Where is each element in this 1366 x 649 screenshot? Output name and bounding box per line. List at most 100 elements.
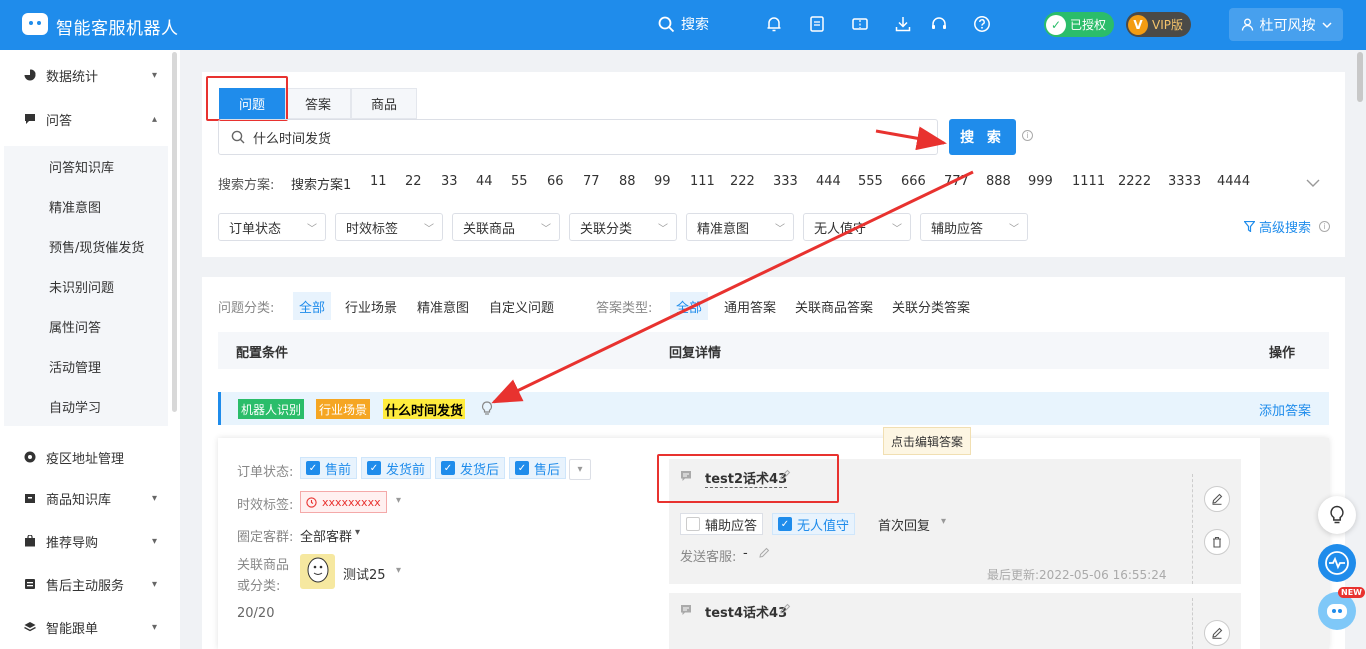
search-plan-item[interactable]: 33 (441, 174, 458, 189)
chevron-down-icon[interactable]: ▾ (396, 565, 401, 576)
order-status-presale[interactable]: ✓ 售前 (300, 457, 358, 479)
assist-reply-checkbox[interactable]: 辅助应答 (680, 513, 764, 535)
search-plan-item[interactable]: 99 (654, 174, 671, 189)
authorized-badge[interactable]: ✓ 已授权 (1044, 12, 1115, 37)
info-icon[interactable]: i (1022, 130, 1033, 141)
search-plan-item[interactable]: 888 (986, 174, 1011, 189)
chevron-down-icon[interactable]: ▾ (355, 527, 360, 538)
search-plan-item[interactable]: 222 (730, 174, 755, 189)
filter-assist-reply[interactable]: 辅助应答 ﹀ (920, 213, 1028, 241)
info-icon[interactable]: i (1319, 221, 1331, 232)
search-plan-item[interactable]: 4444 (1217, 174, 1250, 189)
question-text[interactable]: 什么时间发货 (383, 399, 466, 419)
edit-button[interactable] (1204, 486, 1230, 512)
chat-icon (25, 114, 35, 124)
answer-type-all[interactable]: 全部 (670, 292, 709, 320)
sidebar-scrollbar[interactable] (172, 52, 177, 412)
unattended-checkbox[interactable]: ✓ 无人值守 (772, 513, 856, 535)
delete-button[interactable] (1204, 529, 1230, 555)
sidebar-item-aftersale[interactable]: 售后主动服务 ▾ (0, 563, 170, 605)
edit-button[interactable] (1204, 620, 1230, 646)
sidebar-subitem-unrecognized[interactable]: 未识别问题 (4, 266, 168, 306)
assistant-float-button[interactable]: NEW (1318, 587, 1365, 630)
download-icon[interactable] (894, 15, 912, 33)
search-plan-item[interactable]: 999 (1028, 174, 1053, 189)
chevron-down-icon: ﹀ (775, 224, 785, 235)
filter-related-product[interactable]: 关联商品 ﹀ (452, 213, 560, 241)
ticket-icon[interactable] (851, 15, 869, 33)
sidebar-subitem-auto-learn[interactable]: 自动学习 (4, 386, 168, 426)
document-icon[interactable] (808, 15, 826, 33)
sidebar-subitem-activity[interactable]: 活动管理 (4, 346, 168, 386)
search-plan-item[interactable]: 11 (370, 174, 387, 189)
question-category-industry[interactable]: 行业场景 (339, 292, 403, 320)
filter-time-tag[interactable]: 时效标签 ﹀ (335, 213, 443, 241)
order-status-before-ship[interactable]: ✓ 发货前 (361, 457, 432, 479)
advanced-search-link[interactable]: 高级搜索 i (1244, 217, 1331, 236)
edit-pencil-icon[interactable] (779, 603, 791, 615)
order-status-after-ship[interactable]: ✓ 发货后 (435, 457, 506, 479)
top-search-button[interactable]: 搜索 (658, 14, 709, 34)
sidebar-item-shopping-guide[interactable]: 推荐导购 ▾ (0, 520, 170, 562)
search-plan-item[interactable]: 3333 (1168, 174, 1201, 189)
filter-related-category[interactable]: 关联分类 ﹀ (569, 213, 677, 241)
lightbulb-icon[interactable] (481, 401, 493, 416)
sidebar-subitem-label: 问答知识库 (49, 160, 115, 176)
user-menu-button[interactable]: 杜可风按 (1229, 8, 1343, 41)
add-answer-link[interactable]: 添加答案 (1259, 400, 1311, 419)
search-plan-item[interactable]: 搜索方案1 (291, 174, 351, 193)
search-plan-item[interactable]: 22 (405, 174, 422, 189)
search-plan-item[interactable]: 44 (476, 174, 493, 189)
chevron-down-icon[interactable]: ▾ (396, 495, 401, 506)
search-plan-item[interactable]: 666 (901, 174, 926, 189)
sidebar-subitem-presale[interactable]: 预售/现货催发货 (4, 226, 168, 266)
headset-icon[interactable] (930, 15, 948, 33)
first-reply-select[interactable]: 首次回复 (878, 515, 930, 534)
tab-answer[interactable]: 答案 (285, 88, 351, 119)
search-plan-item[interactable]: 77 (583, 174, 600, 189)
filter-unattended[interactable]: 无人值守 ﹀ (803, 213, 911, 241)
search-plan-item[interactable]: 2222 (1118, 174, 1151, 189)
question-category-intent[interactable]: 精准意图 (411, 292, 475, 320)
sidebar-item-smart-follow[interactable]: 智能跟单 ▾ (0, 606, 170, 648)
search-button[interactable]: 搜 索 (949, 119, 1016, 155)
search-plan-item[interactable]: 777 (944, 174, 969, 189)
answer-type-generic[interactable]: 通用答案 (718, 292, 782, 320)
tips-float-button[interactable] (1318, 496, 1356, 534)
chevron-down-icon[interactable]: ▾ (941, 516, 946, 527)
answer-title[interactable]: test4话术43 (705, 602, 787, 621)
sidebar-item-product-knowledge[interactable]: 商品知识库 ▾ (0, 477, 170, 519)
help-icon[interactable] (973, 15, 991, 33)
customer-group-value[interactable]: 全部客群 (300, 526, 352, 545)
filter-order-status[interactable]: 订单状态 ﹀ (218, 213, 326, 241)
monitor-float-button[interactable] (1318, 544, 1356, 582)
page-scrollbar[interactable] (1357, 52, 1363, 102)
search-input[interactable]: 什么时间发货 (218, 119, 938, 155)
answer-type-category[interactable]: 关联分类答案 (886, 292, 976, 320)
question-category-custom[interactable]: 自定义问题 (483, 292, 560, 320)
search-plan-item[interactable]: 1111 (1072, 174, 1105, 189)
sidebar-item-stats[interactable]: 数据统计 ▾ (0, 54, 170, 96)
search-plan-item[interactable]: 88 (619, 174, 636, 189)
tab-product[interactable]: 商品 (351, 88, 417, 119)
order-status-aftersale[interactable]: ✓ 售后 (509, 457, 567, 479)
sidebar-subitem-qa-knowledge[interactable]: 问答知识库 (4, 146, 168, 186)
sidebar-item-epidemic-address[interactable]: 疫区地址管理 (0, 436, 170, 478)
edit-pencil-icon[interactable] (758, 547, 770, 559)
vip-badge[interactable]: V VIP版 (1126, 12, 1191, 37)
search-plan-item[interactable]: 55 (511, 174, 528, 189)
search-plan-item[interactable]: 333 (773, 174, 798, 189)
sidebar-item-qa[interactable]: 问答 ▴ (0, 98, 170, 140)
question-category-all[interactable]: 全部 (293, 292, 332, 320)
chevron-down-icon[interactable] (1306, 178, 1320, 188)
search-plan-item[interactable]: 444 (816, 174, 841, 189)
search-plan-item[interactable]: 66 (547, 174, 564, 189)
filter-precise-intent[interactable]: 精准意图 ﹀ (686, 213, 794, 241)
bell-icon[interactable] (765, 15, 783, 33)
answer-type-product[interactable]: 关联商品答案 (789, 292, 879, 320)
sidebar-subitem-attribute-qa[interactable]: 属性问答 (4, 306, 168, 346)
order-status-more-chevron-icon[interactable]: ▾ (569, 459, 591, 480)
search-plan-item[interactable]: 555 (858, 174, 883, 189)
sidebar-subitem-precise-intent[interactable]: 精准意图 (4, 186, 168, 226)
search-plan-item[interactable]: 111 (690, 174, 715, 189)
